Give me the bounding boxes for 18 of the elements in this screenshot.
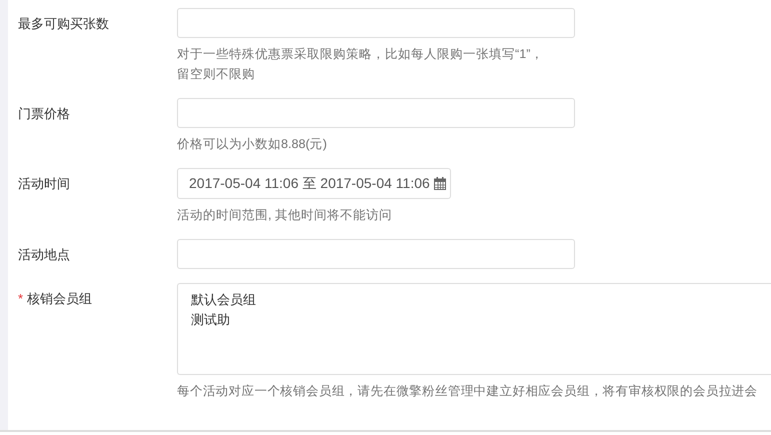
member-group-list[interactable]: 默认会员组 测试助 bbox=[177, 283, 771, 375]
help-text: 每个活动对应一个核销会员组，请先在微擎粉丝管理中建立好相应会员组，将有审核权限的会员拉进会 bbox=[177, 383, 759, 400]
field-label: 活动地点 bbox=[18, 247, 70, 262]
input-field[interactable] bbox=[177, 239, 575, 269]
help-text: 对于一些特殊优惠票采取限购策略，比如每人限购一张填写“1”，留空则不限购 bbox=[177, 46, 544, 83]
help-text: 活动的时间范围, 其他时间将不能访问 bbox=[177, 207, 393, 224]
required-mark: * bbox=[18, 291, 24, 306]
list-option[interactable]: 默认会员组 bbox=[191, 290, 758, 310]
field-label: 最多可购买张数 bbox=[18, 16, 109, 31]
date-range-field[interactable]: 2017-05-04 11:06 至 2017-05-04 11:06 bbox=[177, 168, 451, 199]
input-field[interactable] bbox=[177, 8, 575, 38]
list-option[interactable]: 测试助 bbox=[191, 310, 758, 330]
input-field[interactable] bbox=[177, 98, 575, 128]
calendar-icon bbox=[434, 177, 446, 190]
field-label: 活动时间 bbox=[18, 176, 70, 191]
field-label: 门票价格 bbox=[18, 106, 70, 121]
field-label: 核销会员组 bbox=[27, 291, 92, 306]
help-text: 价格可以为小数如8.88(元) bbox=[177, 136, 328, 153]
